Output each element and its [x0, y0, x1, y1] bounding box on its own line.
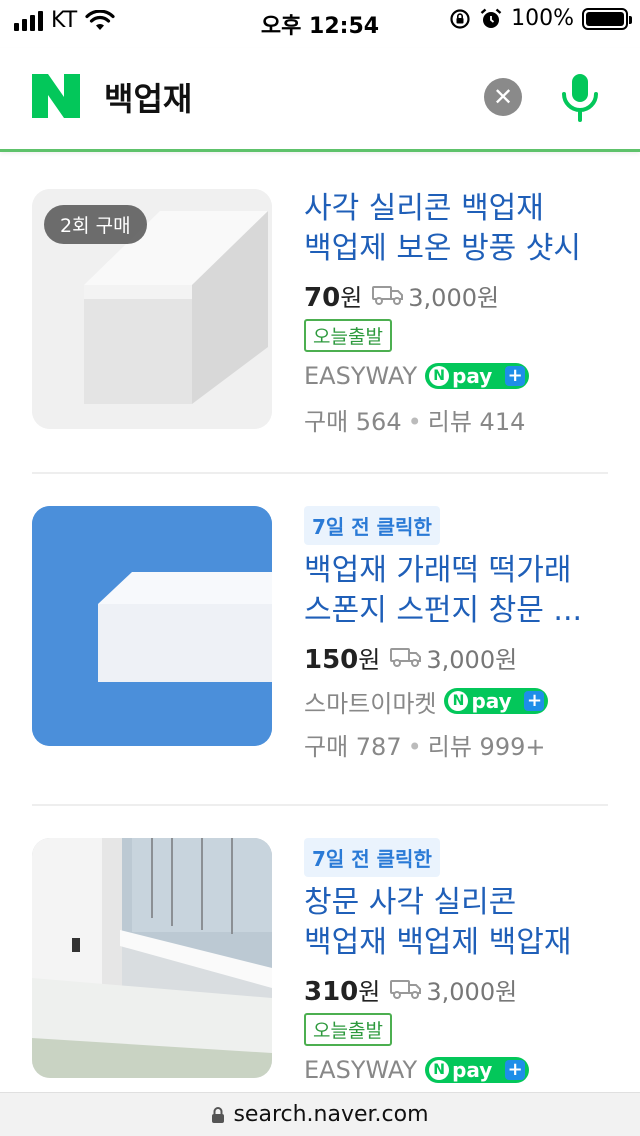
orientation-lock-icon [450, 8, 470, 29]
seller-row: 스마트이마켓 Npay + [304, 681, 608, 721]
product-image[interactable] [32, 506, 272, 746]
product-price: 70원 [304, 282, 363, 313]
recently-clicked-badge: 7일 전 클릭한 [304, 838, 440, 877]
blue-foam-image [32, 506, 272, 746]
product-image[interactable] [32, 838, 272, 1078]
shipping-fee: 3,000원 [390, 640, 517, 675]
product-stats: 구매 564 • 리뷰 414 [304, 408, 526, 436]
naver-logo-icon[interactable] [32, 74, 80, 118]
truck-icon [390, 648, 422, 667]
search-input[interactable]: 백업재 [104, 74, 192, 120]
seller-row: EASYWAY Npay + [304, 1050, 608, 1090]
alarm-icon [480, 8, 502, 28]
product-price: 150원 [304, 644, 381, 675]
truck-icon [390, 980, 422, 999]
npay-badge: Npay + [425, 1057, 530, 1083]
purchase-count-badge: 2회 구매 [44, 205, 147, 244]
product-info: 사각 실리콘 백업재 백업제 보온 방풍 샷시 ... 70원 3,000원 오… [304, 189, 608, 437]
seller-row: EASYWAY Npay + [304, 356, 608, 396]
product-title[interactable]: 창문 사각 실리콘 백업재 백업제 백압재 가... [304, 883, 608, 965]
product-stats: 구매 787 • 리뷰 999+ [304, 733, 546, 761]
clear-search-button[interactable]: ✕ [484, 78, 522, 116]
status-right: 100% [449, 6, 632, 31]
close-icon: ✕ [492, 83, 514, 111]
battery-icon [582, 7, 632, 30]
divider [32, 804, 608, 806]
window-frame-image [32, 838, 272, 1078]
product-title[interactable]: 사각 실리콘 백업재 백업제 보온 방풍 샷시 ... [304, 189, 608, 271]
shipping-fee: 3,000원 [390, 972, 517, 1007]
price-row: 70원 3,000원 [304, 275, 608, 315]
browser-url-bar[interactable]: search.naver.com [0, 1092, 640, 1136]
product-card[interactable]: 7일 전 클릭한 백업재 가래떡 떡가래 스폰지 스펀지 창문 ... 150원… [32, 506, 608, 761]
today-shipping-badge: 오늘출발 [304, 1013, 392, 1046]
seller-name[interactable]: 스마트이마켓 [304, 684, 436, 719]
npay-badge: Npay + [444, 688, 549, 714]
shipping-fee: 3,000원 [372, 278, 499, 313]
url-text[interactable]: search.naver.com [233, 1102, 428, 1127]
lock-icon [212, 1106, 225, 1123]
battery-label: 100% [511, 6, 574, 31]
product-info: 7일 전 클릭한 백업재 가래떡 떡가래 스폰지 스펀지 창문 ... 150원… [304, 506, 608, 762]
seller-name[interactable]: EASYWAY [304, 1056, 417, 1084]
status-bar: KT 오후 12:54 100% [0, 0, 640, 44]
product-image[interactable]: 2회 구매 [32, 189, 272, 429]
voice-search-mic-icon[interactable] [556, 70, 604, 124]
price-row: 310원 3,000원 [304, 969, 608, 1009]
product-title[interactable]: 백업재 가래떡 떡가래 스폰지 스펀지 창문 ... [304, 551, 608, 633]
seller-name[interactable]: EASYWAY [304, 362, 417, 390]
product-card[interactable]: 7일 전 클릭한 창문 사각 실리콘 백업재 백업제 백압재 가... 310원… [32, 838, 608, 1084]
truck-icon [372, 286, 404, 305]
product-price: 310원 [304, 976, 381, 1007]
divider [32, 472, 608, 474]
today-shipping-badge: 오늘출발 [304, 319, 392, 352]
recently-clicked-badge: 7일 전 클릭한 [304, 506, 440, 545]
search-header: 백업재 ✕ [0, 48, 640, 152]
price-row: 150원 3,000원 [304, 637, 608, 677]
product-card[interactable]: 2회 구매 사각 실리콘 백업재 백업제 보온 방풍 샷시 ... 70원 3,… [32, 189, 608, 436]
product-info: 7일 전 클릭한 창문 사각 실리콘 백업재 백업제 백압재 가... 310원… [304, 838, 608, 1090]
npay-badge: Npay + [425, 363, 530, 389]
